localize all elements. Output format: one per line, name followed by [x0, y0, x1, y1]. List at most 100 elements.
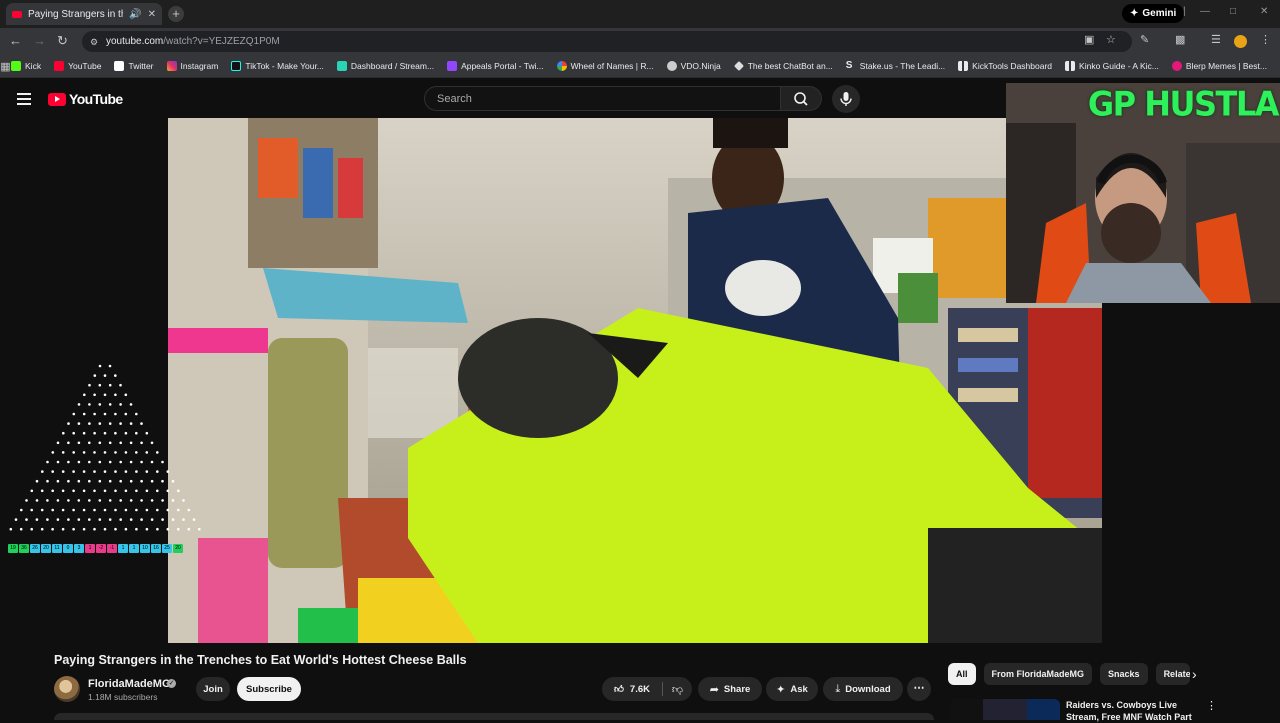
dot-pattern-dot: [98, 499, 102, 502]
dot-pattern-dot: [145, 489, 149, 493]
chip-snacks[interactable]: Snacks: [1100, 663, 1148, 685]
install-app-icon[interactable]: ▣: [1084, 33, 1094, 46]
dot-pattern-dot: [98, 441, 102, 445]
dot-pattern-dot: [93, 527, 96, 531]
counter-cell: 19: [8, 544, 18, 553]
youtube-logo[interactable]: YouTube: [48, 91, 123, 107]
subscribe-button[interactable]: Subscribe: [237, 677, 301, 701]
bookmark-item[interactable]: Wheel of Names | R...: [556, 61, 654, 71]
dot-pattern-dot: [114, 470, 117, 473]
bookmark-item[interactable]: TikTok - Make Your...: [231, 61, 324, 71]
dot-pattern-dot: [93, 431, 96, 435]
dot-pattern-dot: [198, 527, 201, 531]
forward-icon[interactable]: →: [33, 34, 46, 48]
dot-pattern-dot: [114, 489, 117, 493]
dot-pattern-dot: [72, 412, 76, 416]
search-button[interactable]: [781, 86, 822, 111]
dot-pattern-dot: [135, 431, 138, 435]
speaker-icon[interactable]: 🔊: [129, 9, 141, 20]
ask-button[interactable]: ✦ Ask: [766, 677, 818, 701]
video-player[interactable]: [168, 118, 1102, 643]
maximize-icon[interactable]: □: [1230, 6, 1236, 17]
new-tab-button[interactable]: +: [168, 6, 184, 22]
more-actions-button[interactable]: ⋯: [907, 677, 931, 701]
bookmark-item[interactable]: KickTools Dashboard: [958, 61, 1052, 71]
chip-related[interactable]: Relate: [1155, 663, 1190, 685]
dot-pattern-dot: [41, 470, 44, 473]
dot-pattern-dot: [129, 441, 133, 445]
extensions-icon[interactable]: ✎: [1140, 33, 1149, 46]
dot-pattern-dot: [177, 489, 180, 493]
verified-check-icon: ✓: [167, 679, 176, 688]
search-input[interactable]: Search: [424, 86, 781, 111]
dot-pattern-dot: [67, 441, 70, 445]
dot-pattern-dot: [82, 489, 86, 493]
dot-pattern-dot: [108, 403, 112, 406]
minimize-icon[interactable]: —: [1200, 6, 1210, 17]
dot-pattern-dot: [150, 441, 154, 445]
bookmark-item[interactable]: Blerp Memes | Best...: [1171, 61, 1267, 71]
bookmark-star-icon[interactable]: ☆: [1106, 33, 1116, 46]
close-window-icon[interactable]: ✕: [1260, 6, 1268, 17]
back-icon[interactable]: ←: [9, 34, 22, 48]
channel-name[interactable]: FloridaMadeMG: [88, 678, 171, 690]
address-bar[interactable]: ⚙ youtube.com/watch?v=YEJZEZQ1P0M: [82, 31, 1132, 52]
dot-pattern-dot: [88, 422, 91, 425]
menu-icon[interactable]: [17, 93, 31, 105]
dot-pattern-dot: [93, 451, 96, 454]
download-icon: ⤓: [835, 682, 841, 695]
channel-avatar[interactable]: [54, 676, 80, 702]
chip-all[interactable]: All: [948, 663, 976, 685]
dot-pattern-dot: [119, 499, 122, 502]
bookmark-item[interactable]: Twitter: [114, 61, 154, 71]
gemini-button[interactable]: ✦ Gemini: [1122, 4, 1185, 23]
apps-grid-icon[interactable]: ▦: [0, 60, 11, 73]
bookmark-item[interactable]: Kinko Guide - A Kic...: [1065, 61, 1159, 71]
bookmark-item[interactable]: Instagram: [166, 61, 218, 71]
reload-icon[interactable]: ↻: [57, 34, 68, 48]
close-tab-icon[interactable]: ✕: [148, 9, 156, 20]
bookmark-item[interactable]: Appeals Portal - Twi...: [447, 61, 544, 71]
join-button[interactable]: Join: [196, 677, 230, 701]
media-control-icon[interactable]: ☰: [1211, 33, 1221, 46]
dot-pattern-dot: [61, 451, 65, 454]
dot-pattern-dot: [51, 451, 55, 454]
bookmark-item[interactable]: YouTube: [54, 61, 101, 71]
description-box[interactable]: [54, 713, 934, 720]
browser-menu-icon[interactable]: ⋮: [1260, 33, 1271, 46]
dot-pattern-dot: [150, 518, 154, 521]
chip-from-channel[interactable]: From FloridaMadeMG: [983, 663, 1093, 685]
dot-pattern-dot: [35, 499, 39, 502]
voice-search-button[interactable]: [832, 85, 860, 113]
dot-pattern-dot: [77, 479, 81, 483]
bookmark-item[interactable]: VDO.Ninja: [666, 61, 721, 71]
recommended-thumbnail[interactable]: [950, 699, 1060, 720]
stake-icon: S: [845, 60, 853, 71]
tab-search-icon[interactable]: ▩: [1175, 33, 1185, 46]
browser-toolbar: ← → ↻ ⚙ youtube.com/watch?v=YEJZEZQ1P0M …: [0, 28, 1280, 55]
more-vertical-icon[interactable]: ⋮: [1206, 699, 1217, 712]
counter-cell: 3: [74, 544, 84, 553]
dot-pattern-dot: [129, 479, 133, 483]
profile-avatar[interactable]: [1234, 35, 1247, 48]
dot-pattern-dot: [124, 470, 128, 473]
dot-pattern-dot: [61, 470, 65, 473]
share-button[interactable]: ➦ Share: [698, 677, 762, 701]
browser-tab-active[interactable]: Paying Strangers in the Tre 🔊 ✕: [6, 3, 162, 25]
bookmark-item[interactable]: The best ChatBot an...: [733, 61, 833, 71]
dot-pattern-dot: [119, 441, 122, 445]
like-button[interactable]: 👍︎ 7.6K: [602, 677, 662, 701]
recommended-title[interactable]: Raiders vs. Cowboys Live Stream, Free MN…: [1066, 699, 1194, 723]
dot-pattern-dot: [40, 527, 44, 531]
bookmark-item[interactable]: S Stake.us - The Leadi...: [845, 60, 945, 72]
bookmark-item[interactable]: Kick: [11, 61, 41, 71]
chevron-right-icon[interactable]: ›: [1192, 666, 1197, 682]
bookmark-item[interactable]: Dashboard / Stream...: [336, 61, 434, 71]
dot-pattern-dot: [72, 489, 75, 493]
dot-pattern-dot: [56, 518, 60, 521]
dislike-button[interactable]: 👎︎: [663, 677, 692, 701]
dot-pattern-dot: [145, 470, 149, 473]
dot-pattern-dot: [129, 518, 133, 521]
download-button[interactable]: ⤓ Download: [823, 677, 903, 701]
site-info-icon[interactable]: ⚙: [88, 36, 100, 48]
